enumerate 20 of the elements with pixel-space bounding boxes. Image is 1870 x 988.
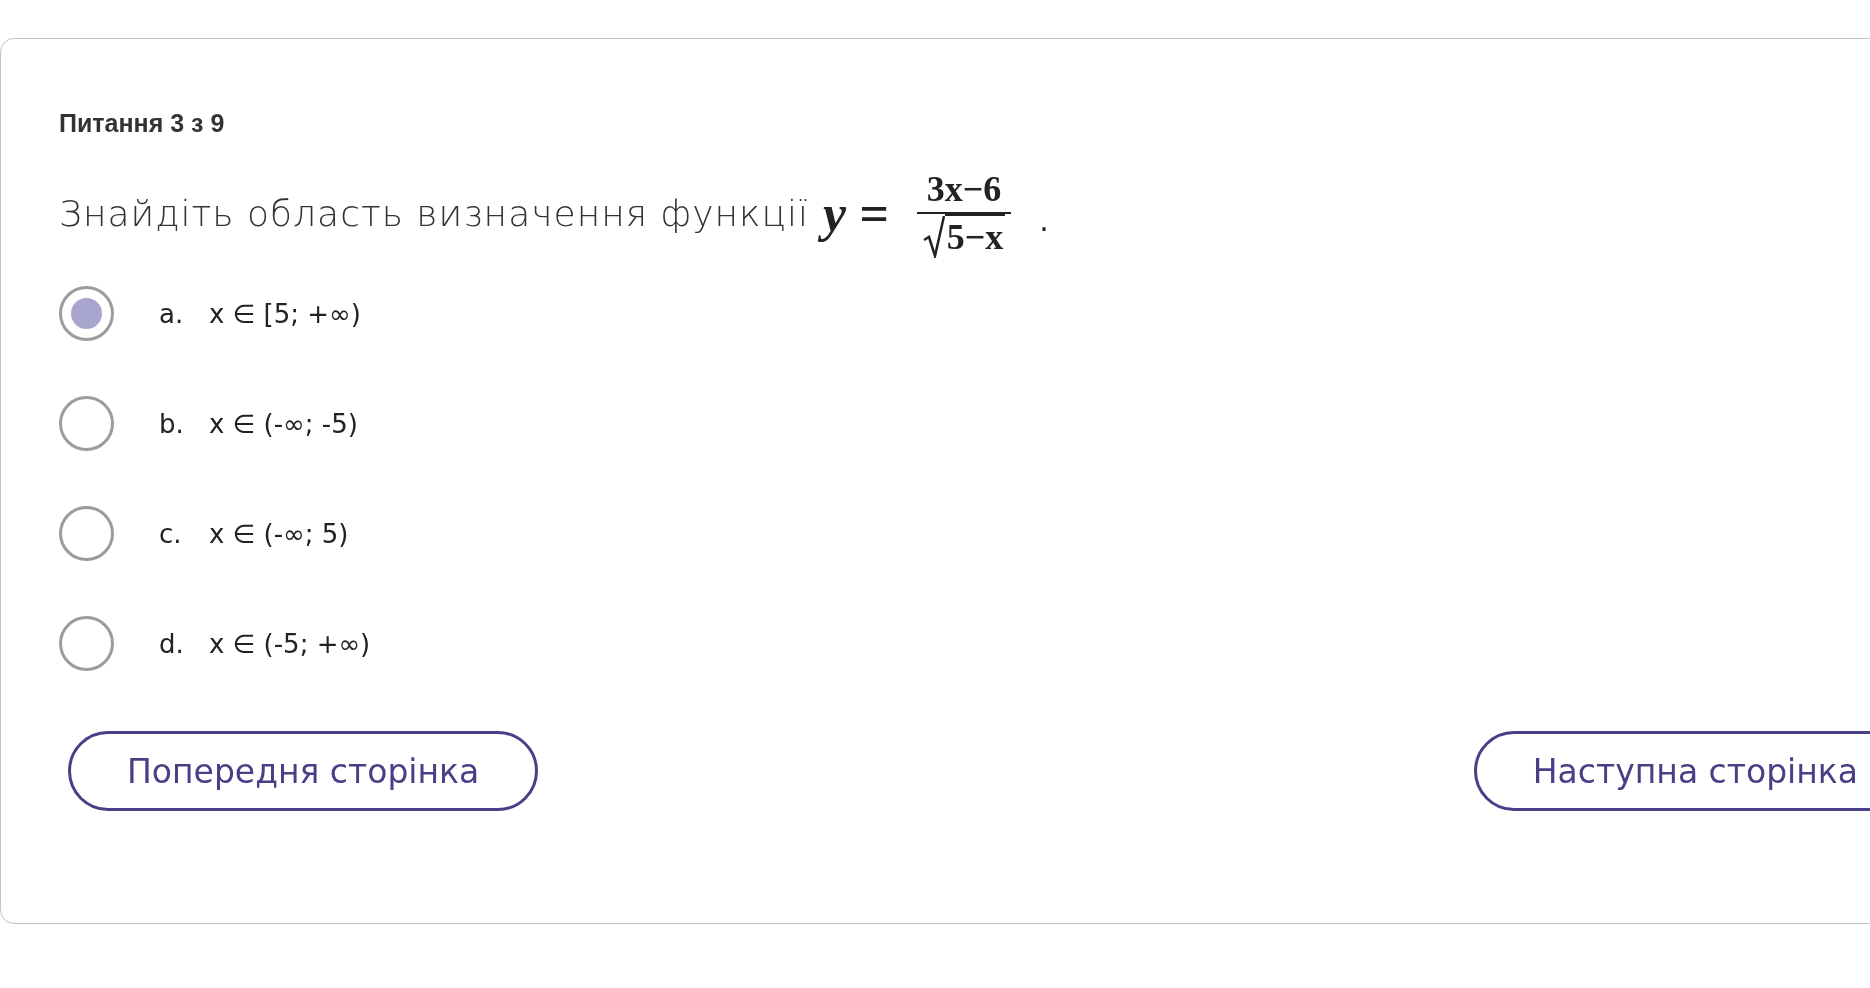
radio-button[interactable] [59,616,114,671]
option-letter: c. [159,518,183,549]
option-text: x ∈ [5; +∞) [209,298,361,329]
option-letter: a. [159,298,185,329]
square-root-icon [922,214,945,258]
option-text: x ∈ (-∞; 5) [209,518,349,549]
radio-button[interactable] [59,286,114,341]
question-period: . [1039,202,1049,238]
fraction-denominator: 5−x [944,214,1006,258]
next-page-button[interactable]: Наступна сторінка [1473,731,1870,811]
radio-button[interactable] [59,396,114,451]
option-text: x ∈ (-5; +∞) [209,628,371,659]
option-letter: b. [159,408,185,439]
question-number: Питання 3 з 9 [59,109,226,138]
option-letter: d. [159,628,185,659]
previous-page-button[interactable]: Попередня сторінка [68,731,539,811]
option-text: x ∈ (-∞; -5) [209,408,358,439]
fraction-numerator: 3x−6 [916,168,1012,214]
radio-button[interactable] [59,506,114,561]
question-text: Знайдіть область визначення функції [59,192,809,234]
